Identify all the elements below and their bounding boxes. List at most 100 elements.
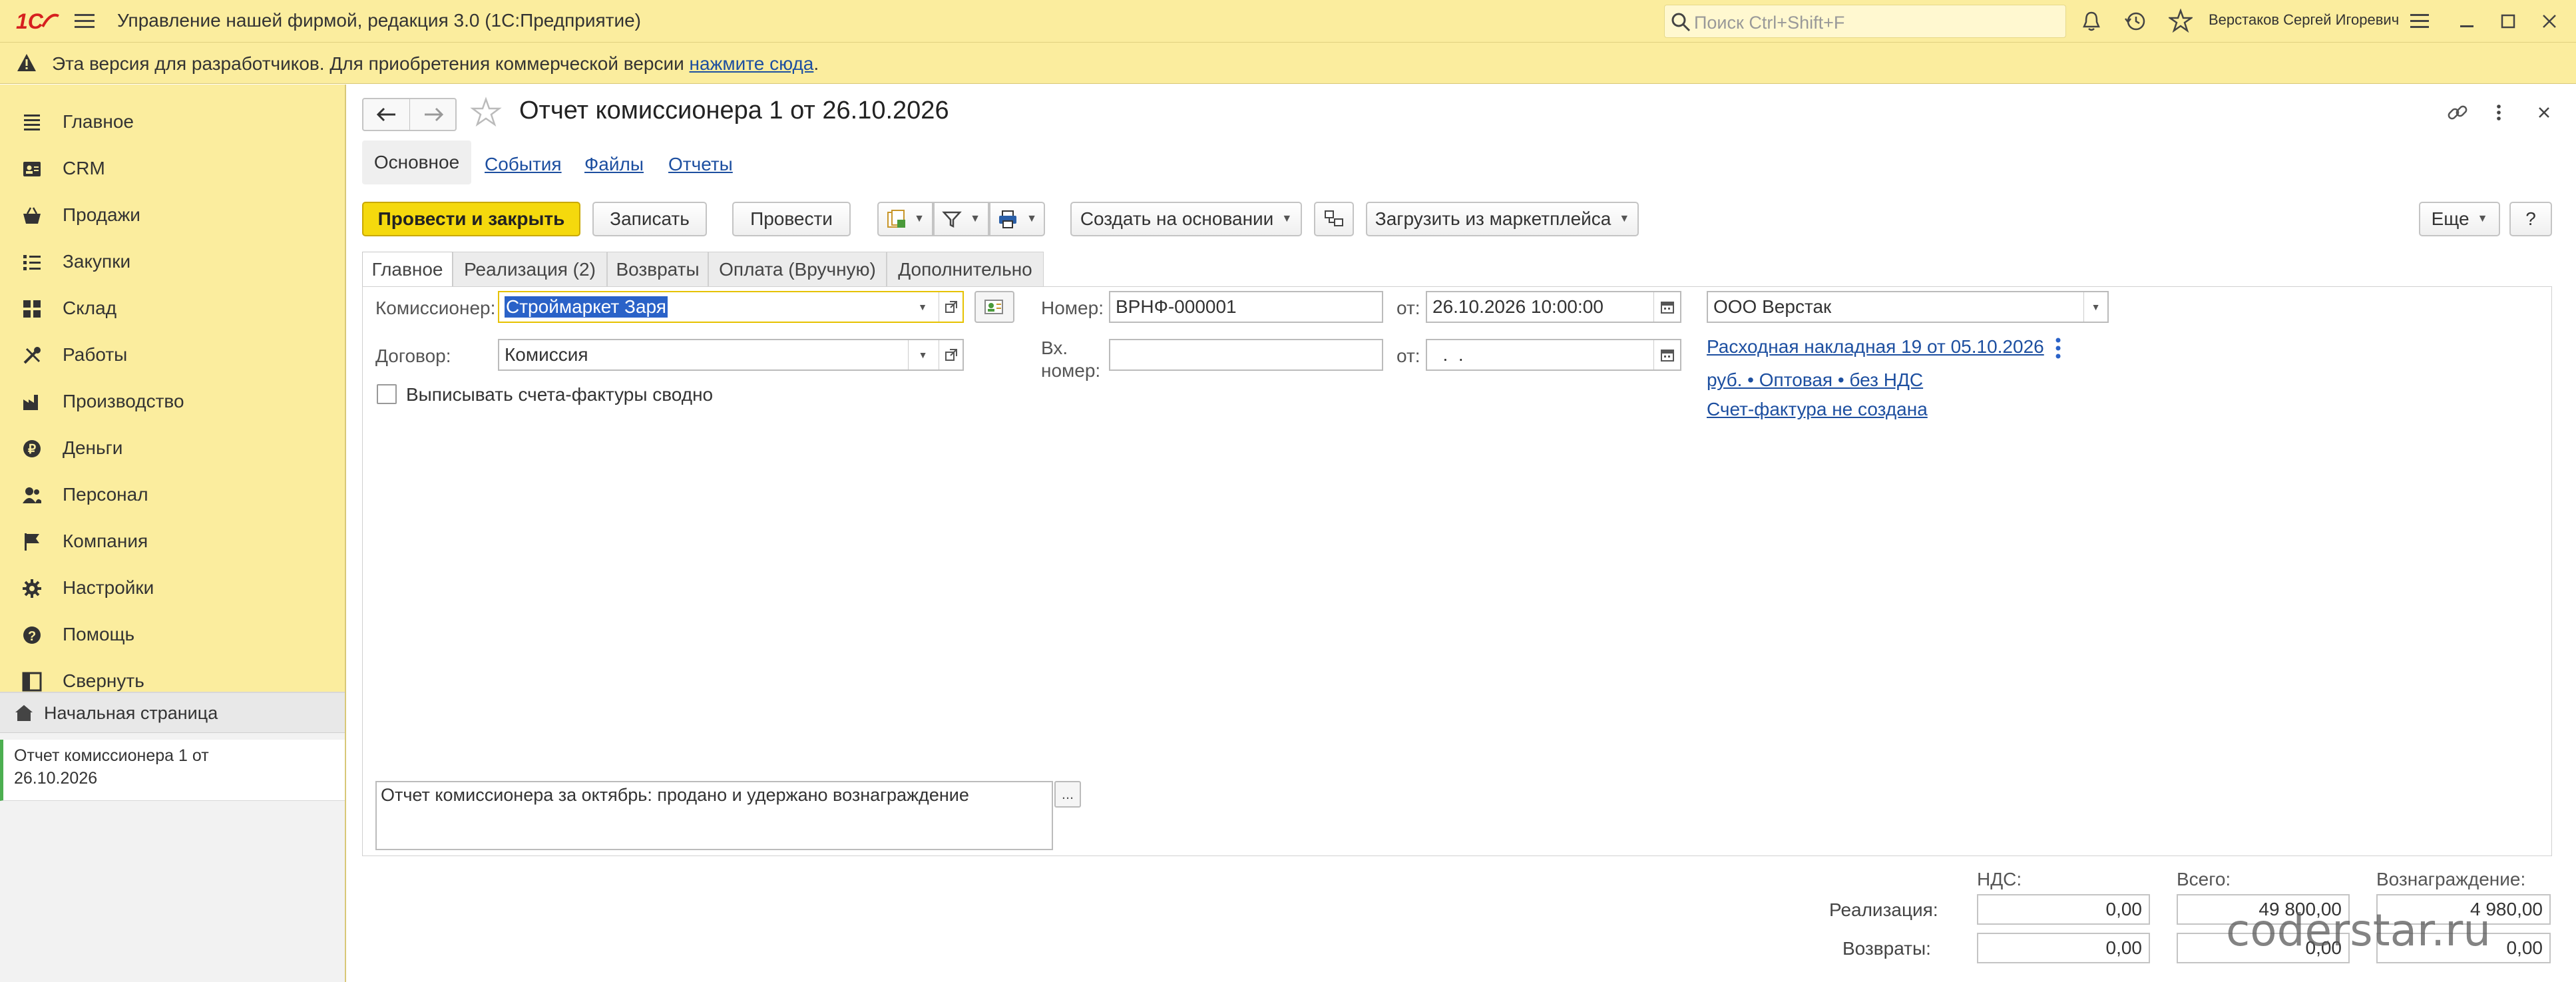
organization-dropdown[interactable]: ▼ xyxy=(2083,292,2107,322)
post-and-close-button[interactable]: Провести и закрыть xyxy=(362,202,580,236)
open-windows-panel: Начальная страница Отчет комиссионера 1 … xyxy=(0,692,345,982)
incoming-date-field[interactable]: . . xyxy=(1426,339,1681,371)
tab-returns[interactable]: Возвраты xyxy=(607,252,708,286)
sidebar-item-works[interactable]: Работы xyxy=(0,332,345,378)
link-icon[interactable] xyxy=(2444,99,2471,126)
invoice-summary-checkbox[interactable] xyxy=(377,384,397,404)
create-based-on-button[interactable]: Создать на основании ▼ xyxy=(1070,202,1302,236)
user-name[interactable]: Верстаков Сергей Игоревич xyxy=(2209,11,2399,29)
maximize-icon[interactable] xyxy=(2497,11,2519,32)
print-dropdown-button[interactable]: ▼ xyxy=(989,202,1045,236)
close-document-icon[interactable] xyxy=(2532,101,2556,124)
sidebar-item-purchases[interactable]: Закупки xyxy=(0,238,345,285)
list-checks-icon xyxy=(21,252,43,273)
tab-additional[interactable]: Дополнительно xyxy=(887,252,1044,286)
contract-label: Договор: xyxy=(375,346,451,366)
forward-arrow-icon[interactable] xyxy=(411,99,456,130)
help-icon: ? xyxy=(21,624,43,646)
documents-icon xyxy=(886,209,906,229)
organization-field[interactable]: ООО Верстак ▼ xyxy=(1707,291,2109,323)
back-arrow-icon[interactable] xyxy=(363,99,410,130)
1c-logo-icon[interactable]: 1С xyxy=(16,9,60,33)
tab-content-panel xyxy=(362,286,2552,856)
save-button[interactable]: Записать xyxy=(592,202,707,236)
settings-lines-icon[interactable] xyxy=(2408,11,2431,32)
incoming-date-from-label: от: xyxy=(1396,346,1420,366)
comment-field[interactable]: Отчет комиссионера за октябрь: продано и… xyxy=(375,781,1053,850)
commissioner-info-button[interactable] xyxy=(974,291,1014,323)
more-button[interactable]: Еще ▼ xyxy=(2419,202,2500,236)
invoice-not-created-link[interactable]: Счет-фактура не создана xyxy=(1707,399,1928,420)
sales-vat-value: 0,00 xyxy=(1977,894,2150,925)
returns-vat-value: 0,00 xyxy=(1977,933,2150,963)
contact-card-icon xyxy=(21,158,43,180)
tab-main-section[interactable]: Основное xyxy=(362,140,471,184)
sidebar-item-label: CRM xyxy=(63,158,105,178)
bell-icon[interactable] xyxy=(2079,9,2103,33)
basket-icon xyxy=(21,205,43,226)
sidebar-item-settings[interactable]: Настройки xyxy=(0,565,345,611)
sidebar-item-crm[interactable]: CRM xyxy=(0,145,345,192)
sidebar-item-main[interactable]: Главное xyxy=(0,99,345,145)
purchase-link[interactable]: нажмите сюда xyxy=(690,53,814,74)
sales-total-label: Реализация: xyxy=(1829,899,1938,920)
commissioner-open-icon[interactable] xyxy=(939,292,963,322)
sidebar-item-sales[interactable]: Продажи xyxy=(0,192,345,238)
structure-icon xyxy=(1323,209,1345,229)
calendar-icon[interactable] xyxy=(1653,292,1680,322)
load-from-marketplace-button[interactable]: Загрузить из маркетплейса ▼ xyxy=(1366,202,1639,236)
date-field[interactable]: 26.10.2026 10:00:00 xyxy=(1426,291,1681,323)
comment-edit-button[interactable]: ... xyxy=(1054,781,1081,808)
tab-general[interactable]: Главное xyxy=(362,252,453,286)
sales-invoice-link[interactable]: Расходная накладная 19 от 05.10.2026 xyxy=(1707,336,2044,358)
close-window-icon[interactable] xyxy=(2539,11,2560,32)
sidebar-item-warehouse[interactable]: Склад xyxy=(0,285,345,332)
sidebar-item-production[interactable]: Производство xyxy=(0,378,345,425)
search-box[interactable]: Поиск Ctrl+Shift+F xyxy=(1664,5,2066,38)
star-favorites-icon[interactable] xyxy=(2169,9,2193,33)
contract-field[interactable]: Комиссия ▼ xyxy=(498,339,964,371)
sidebar-item-label: Помощь xyxy=(63,624,135,644)
home-page-item[interactable]: Начальная страница xyxy=(0,693,345,733)
number-label: Номер: xyxy=(1041,298,1104,318)
contract-open-icon[interactable] xyxy=(939,340,963,369)
commissioner-field[interactable]: Строймаркет Заря ▼ xyxy=(498,291,964,323)
people-icon xyxy=(21,485,43,506)
history-icon[interactable] xyxy=(2123,9,2147,33)
tab-reports-link[interactable]: Отчеты xyxy=(668,154,733,175)
favorite-star-icon[interactable] xyxy=(470,97,502,128)
filter-dropdown-button[interactable]: ▼ xyxy=(933,202,989,236)
sidebar-item-money[interactable]: ₽ Деньги xyxy=(0,425,345,471)
prices-and-currency-link[interactable]: руб. • Оптовая • без НДС xyxy=(1707,369,1923,391)
incoming-number-field[interactable] xyxy=(1109,339,1383,371)
commissioner-dropdown[interactable]: ▼ xyxy=(908,292,937,322)
open-document-item[interactable]: Отчет комиссионера 1 от 26.10.2026 xyxy=(0,740,345,801)
hamburger-menu-icon[interactable] xyxy=(73,12,96,31)
tab-sales[interactable]: Реализация (2) xyxy=(453,252,607,286)
more-options-icon[interactable] xyxy=(2053,335,2063,362)
flag-icon xyxy=(21,531,43,553)
sidebar-item-label: Склад xyxy=(63,298,117,318)
documents-dropdown-button[interactable]: ▼ xyxy=(877,202,933,236)
ruble-coin-icon: ₽ xyxy=(21,438,43,459)
number-field[interactable]: ВРНФ-000001 xyxy=(1109,291,1383,323)
contract-dropdown[interactable]: ▼ xyxy=(908,340,937,369)
open-document-line1: Отчет комиссионера 1 от xyxy=(14,746,209,765)
more-vertical-icon[interactable] xyxy=(2492,99,2505,126)
sidebar-item-help[interactable]: ? Помощь xyxy=(0,611,345,658)
search-placeholder: Поиск Ctrl+Shift+F xyxy=(1694,13,1845,33)
help-button[interactable]: ? xyxy=(2509,202,2552,236)
minimize-icon[interactable] xyxy=(2456,11,2477,32)
contract-value: Комиссия xyxy=(505,344,588,365)
developer-warning-bar: Эта версия для разработчиков. Для приобр… xyxy=(0,43,2576,84)
commissioner-value: Строймаркет Заря xyxy=(505,296,668,318)
sidebar: Главное CRM Продажи Закупки Склад Работы… xyxy=(0,85,346,982)
post-button[interactable]: Провести xyxy=(732,202,851,236)
sidebar-item-company[interactable]: Компания xyxy=(0,518,345,565)
sidebar-item-personnel[interactable]: Персонал xyxy=(0,471,345,518)
structure-button[interactable] xyxy=(1314,202,1354,236)
tab-events-link[interactable]: События xyxy=(485,154,562,175)
tab-payment[interactable]: Оплата (Вручную) xyxy=(708,252,887,286)
incoming-calendar-icon[interactable] xyxy=(1653,340,1680,369)
tab-files-link[interactable]: Файлы xyxy=(584,154,644,175)
